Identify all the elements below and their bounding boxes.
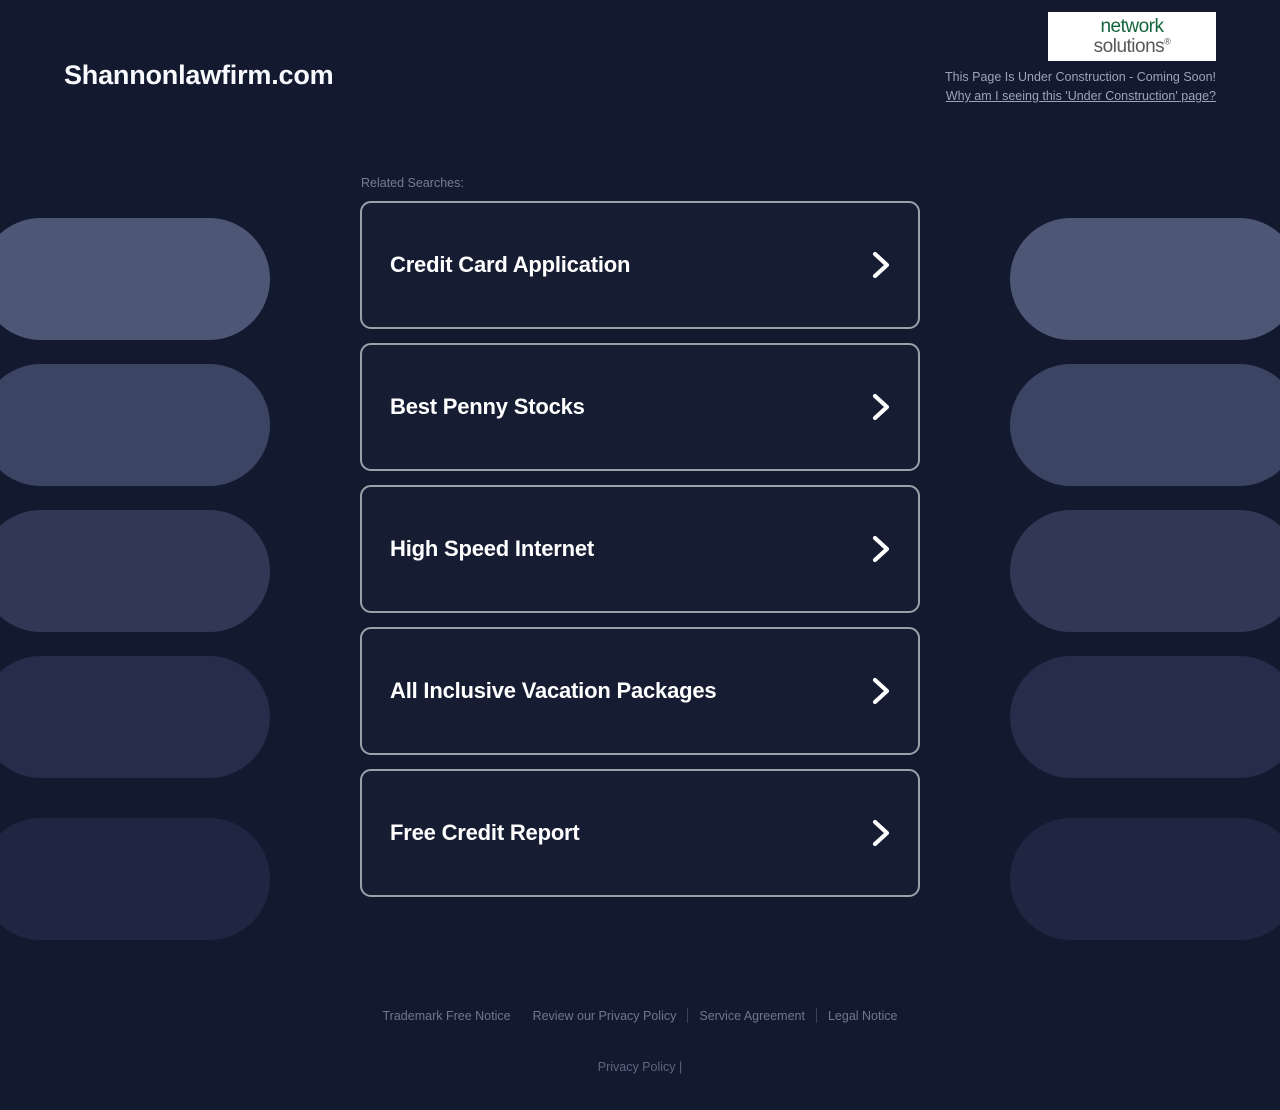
decor-pill-left-1 bbox=[0, 218, 270, 340]
footer-links: Trademark Free Notice Review our Privacy … bbox=[0, 1008, 1280, 1023]
footer-privacy-policy-link[interactable]: Privacy Policy bbox=[598, 1060, 676, 1074]
chevron-right-icon bbox=[870, 818, 892, 848]
search-card[interactable]: Credit Card Application bbox=[360, 201, 920, 329]
search-card-label: High Speed Internet bbox=[390, 536, 594, 561]
decor-pill-left-2 bbox=[0, 364, 270, 486]
page-title: Shannonlawfirm.com bbox=[64, 60, 334, 90]
logo-solutions-text: solutions bbox=[1093, 35, 1165, 57]
footer-link[interactable]: Trademark Free Notice bbox=[372, 1009, 522, 1023]
decor-pill-left-3 bbox=[0, 510, 270, 632]
registered-mark-icon: ® bbox=[1164, 36, 1171, 47]
decor-pill-left-4 bbox=[0, 656, 270, 778]
related-searches-label: Related Searches: bbox=[361, 176, 464, 190]
page-header: Shannonlawfirm.com network solutions® Th… bbox=[0, 0, 1280, 130]
network-solutions-logo: network solutions® bbox=[1048, 12, 1216, 61]
search-card-label: Best Penny Stocks bbox=[390, 394, 585, 419]
footer-link[interactable]: Review our Privacy Policy bbox=[522, 1009, 688, 1023]
decor-pill-right-3 bbox=[1010, 510, 1280, 632]
search-card[interactable]: Best Penny Stocks bbox=[360, 343, 920, 471]
why-under-construction-link[interactable]: Why am I seeing this 'Under Construction… bbox=[946, 89, 1216, 103]
under-construction-notice: This Page Is Under Construction - Coming… bbox=[945, 70, 1216, 84]
footer-bottom-separator: | bbox=[679, 1060, 683, 1074]
search-card[interactable]: All Inclusive Vacation Packages bbox=[360, 627, 920, 755]
chevron-right-icon bbox=[870, 676, 892, 706]
decor-pill-right-2 bbox=[1010, 364, 1280, 486]
footer-link[interactable]: Service Agreement bbox=[688, 1009, 816, 1023]
logo-line-network: network bbox=[1100, 16, 1164, 38]
decor-pill-right-4 bbox=[1010, 656, 1280, 778]
footer-link[interactable]: Legal Notice bbox=[817, 1009, 909, 1023]
chevron-right-icon bbox=[870, 392, 892, 422]
search-card[interactable]: Free Credit Report bbox=[360, 769, 920, 897]
search-card-label: All Inclusive Vacation Packages bbox=[390, 678, 717, 703]
page-footer: Trademark Free Notice Review our Privacy … bbox=[0, 1008, 1280, 1074]
chevron-right-icon bbox=[870, 534, 892, 564]
related-searches-list: Credit Card Application Best Penny Stocks… bbox=[360, 201, 920, 897]
decor-pill-right-5 bbox=[1010, 818, 1280, 940]
main-content: Related Searches: Credit Card Applicatio… bbox=[360, 0, 920, 897]
search-card[interactable]: High Speed Internet bbox=[360, 485, 920, 613]
search-card-label: Free Credit Report bbox=[390, 820, 580, 845]
logo-line-solutions: solutions® bbox=[1093, 35, 1171, 57]
search-card-label: Credit Card Application bbox=[390, 252, 631, 277]
chevron-right-icon bbox=[870, 250, 892, 280]
decor-pill-right-1 bbox=[1010, 218, 1280, 340]
footer-bottom-bar: Privacy Policy | bbox=[0, 1060, 1280, 1074]
decor-pill-left-5 bbox=[0, 818, 270, 940]
